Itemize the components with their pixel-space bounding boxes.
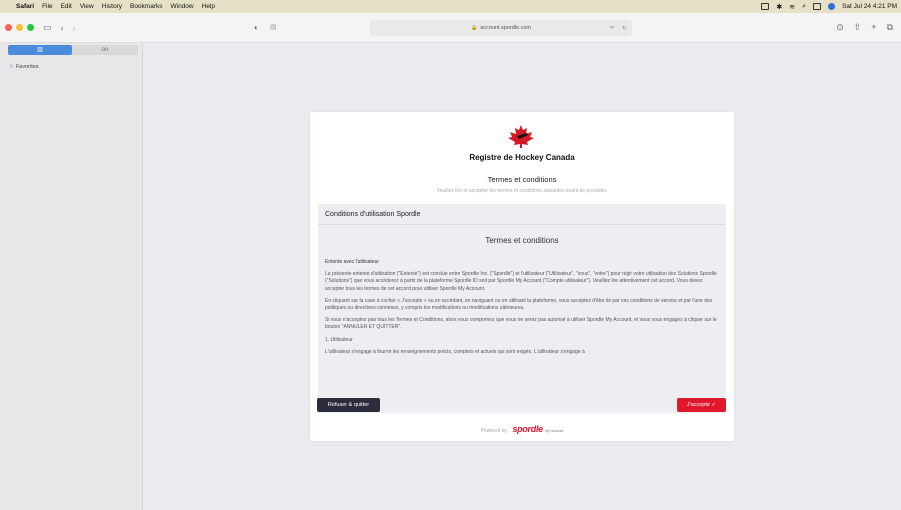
menu-bookmarks[interactable]: Bookmarks [130, 3, 163, 10]
page-viewport: Registre de Hockey Canada Termes et cond… [143, 43, 901, 510]
siri-icon[interactable] [828, 3, 836, 10]
zoom-window-button[interactable] [27, 24, 34, 31]
address-url: account.spordle.com [480, 25, 531, 31]
terms-paragraph-4: L'utilisateur s'engage à fournir les ren… [325, 348, 585, 355]
terms-subtitle: Veuillez lire et accepter les termes et … [436, 188, 608, 194]
refuse-and-quit-button[interactable]: Refuser & quitter [317, 398, 380, 412]
hockey-canada-logo [508, 125, 534, 148]
menubar-status-area: ✱ ≋ ⌕ Sat Jul 24 4:21 PM [761, 3, 901, 11]
spordle-logo[interactable]: spordle [512, 424, 543, 434]
section-1-heading: 1. Utilisateur [325, 336, 353, 343]
brand-title: Registre de Hockey Canada [469, 153, 575, 162]
menu-help[interactable]: Help [202, 3, 215, 10]
reload-icon[interactable]: ↻ [622, 25, 627, 32]
back-icon[interactable]: ‹ [61, 23, 64, 33]
menu-edit[interactable]: Edit [61, 3, 72, 10]
minimize-window-button[interactable] [16, 24, 23, 31]
sidebar-item-favorites[interactable]: ☆ Favorites [9, 64, 39, 70]
terms-scroll-panel[interactable]: Conditions d'utilisation Spordle Termes … [318, 204, 726, 413]
menu-file[interactable]: File [42, 3, 52, 10]
control-center-icon[interactable] [813, 3, 822, 10]
sidebar-toggle-icon[interactable]: ▭ [43, 22, 52, 33]
privacy-shield-icon[interactable]: ◐ [254, 23, 259, 32]
star-icon: ☆ [9, 64, 14, 70]
panel-title: Conditions d'utilisation Spordle [325, 211, 421, 218]
terms-paragraph-2: En cliquant sur la case à cocher « J'acc… [325, 297, 713, 312]
browser-toolbar: ▭ ‹ › ◐ ▤ 🔒 account.spordle.com ⇋ ↻ ⊙ ⇧ … [0, 13, 901, 43]
menubar-clock[interactable]: Sat Jul 24 4:21 PM [842, 3, 897, 10]
address-bar[interactable]: 🔒 account.spordle.com ⇋ ↻ [370, 20, 632, 36]
menu-history[interactable]: History [102, 3, 122, 10]
terms-body: Entente avec l'utilisateur La présente e… [325, 259, 721, 361]
terms-card: Registre de Hockey Canada Termes et cond… [310, 112, 734, 441]
lock-icon: 🔒 [471, 25, 478, 31]
terms-paragraph-1: La présente entente d'utilisation ("Ente… [325, 271, 717, 292]
forward-icon[interactable]: › [73, 23, 76, 33]
toolbar-right-actions: ⊙ ⇧ + ⧉ [836, 22, 893, 33]
menu-app-name[interactable]: Safari [16, 3, 34, 10]
panel-divider [318, 224, 726, 225]
section-heading: Entente avec l'utilisateur [325, 259, 380, 265]
terms-heading: Termes et conditions [487, 175, 557, 184]
wifi-icon[interactable]: ≋ [789, 3, 795, 11]
tab-overview-icon[interactable]: ⧉ [887, 22, 893, 33]
macos-menubar: Safari File Edit View History Bookmarks … [0, 0, 901, 13]
reading-list-tab[interactable]: oo [72, 45, 138, 55]
new-tab-icon[interactable]: + [871, 22, 876, 33]
menu-window[interactable]: Window [171, 3, 194, 10]
spotlight-icon[interactable]: ⌕ [802, 3, 806, 11]
bookmarks-tab[interactable]: ▥ [8, 45, 72, 55]
screen-icon[interactable] [761, 3, 770, 10]
accept-button[interactable]: J'accepte ✓ [677, 398, 726, 412]
panel-heading: Termes et conditions [485, 236, 559, 245]
favorites-label: Favorites [15, 64, 39, 70]
reader-icon[interactable]: ▤ [270, 23, 277, 31]
downloads-icon[interactable]: ⊙ [836, 22, 844, 33]
safari-sidebar: ▥ oo ☆ Favorites [0, 43, 143, 510]
translate-icon[interactable]: ⇋ [610, 25, 614, 31]
menu-view[interactable]: View [80, 3, 94, 10]
my-account-label: My Account [545, 429, 564, 433]
powered-by-label: Powered by [480, 428, 508, 434]
bluetooth-icon[interactable]: ✱ [776, 3, 782, 11]
share-icon[interactable]: ⇧ [854, 22, 862, 33]
terms-paragraph-3: Si vous n'acceptez pas tous les Termes e… [325, 317, 717, 331]
powered-by-footer: Powered by spordle My Account [310, 424, 734, 434]
close-window-button[interactable] [5, 24, 12, 31]
sidebar-segmented-control: ▥ oo [8, 45, 138, 55]
window-controls [5, 24, 34, 31]
